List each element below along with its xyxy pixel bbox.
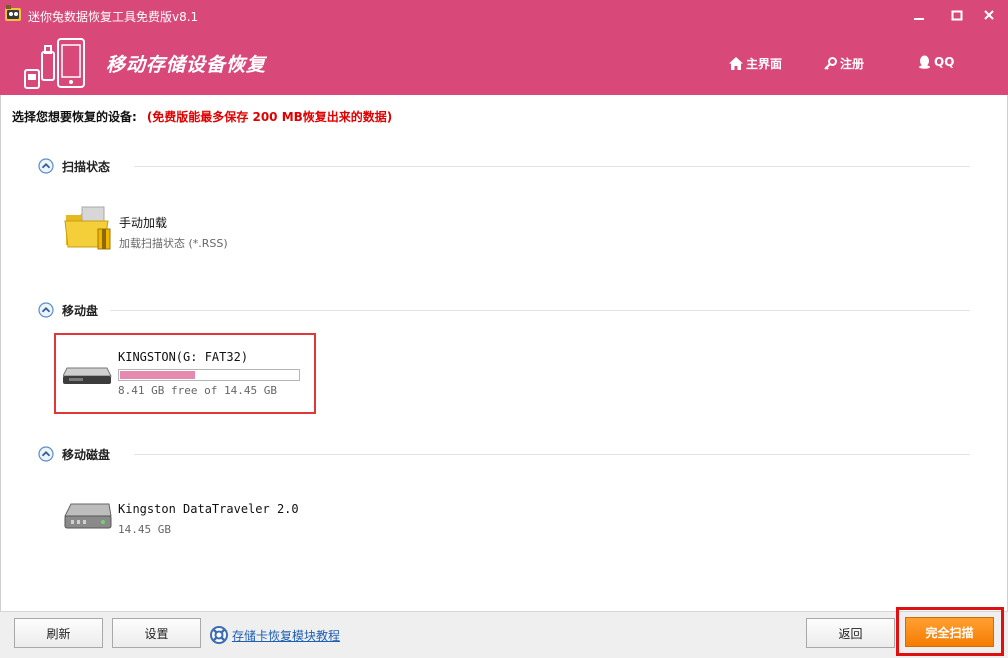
manual-load-subtitle: 加载扫描状态 (*.RSS) (119, 237, 228, 250)
hard-disk-icon[interactable] (63, 502, 113, 530)
section-divider (134, 166, 970, 167)
key-icon (824, 57, 837, 70)
nav-register[interactable]: 注册 (824, 55, 864, 72)
kingston-drive-free: 8.41 GB free of 14.45 GB (118, 384, 277, 397)
drive-usage-bar (118, 369, 300, 381)
close-button[interactable] (978, 6, 1000, 26)
folder-load-icon[interactable] (64, 205, 112, 251)
module-title: 移动存储设备恢复 (106, 54, 267, 76)
section-divider (134, 454, 970, 455)
collapse-toggle-icon[interactable] (38, 446, 54, 462)
usb-drive-icon (63, 367, 112, 384)
full-scan-button[interactable]: 完全扫描 (905, 617, 994, 647)
nav-register-label: 注册 (840, 57, 865, 71)
tutorial-link-label: 存储卡恢复模块教程 (232, 628, 341, 643)
title-bar[interactable]: 迷你兔数据恢复工具免费版v8.1 (0, 0, 1008, 32)
tutorial-link[interactable]: 存储卡恢复模块教程 (210, 626, 340, 644)
minimize-button[interactable] (908, 6, 930, 26)
maximize-icon (951, 10, 963, 21)
section-removable-disk: 移动磁盘 (38, 445, 970, 463)
manual-load-title[interactable]: 手动加载 (119, 214, 167, 231)
section-removable: 移动盘 (38, 301, 970, 319)
nav-home-label: 主界面 (746, 57, 783, 71)
drive-usage-fill (120, 371, 196, 379)
settings-button[interactable]: 设置 (112, 618, 201, 648)
section-scan-state-title: 扫描状态 (62, 160, 111, 174)
module-header: 移动存储设备恢复 主界面 注册 QQ (0, 32, 1008, 95)
window-left-border (0, 95, 1, 611)
instruction-line: 选择您想要恢复的设备: (免费版能最多保存 200 MB恢复出来的数据) (12, 108, 392, 125)
instruction-label: 选择您想要恢复的设备: (12, 110, 137, 124)
removable-devices-icon (24, 38, 85, 89)
app-logo-icon (5, 5, 21, 21)
kingston-drive-name: KINGSTON(G: FAT32) (118, 350, 249, 364)
back-button[interactable]: 返回 (806, 618, 895, 648)
nav-qq-label: QQ (934, 55, 955, 69)
nav-qq[interactable]: QQ (918, 55, 954, 69)
window-title: 迷你兔数据恢复工具免费版v8.1 (28, 10, 199, 24)
section-divider (110, 310, 970, 311)
free-version-notice: (免费版能最多保存 200 MB恢复出来的数据) (146, 110, 393, 124)
kingston-disk-size: 14.45 GB (118, 523, 171, 536)
qq-penguin-icon (919, 55, 930, 69)
home-icon (729, 57, 743, 70)
section-scan-state: 扫描状态 (38, 157, 970, 175)
section-removable-title: 移动盘 (62, 304, 99, 318)
section-removable-disk-title: 移动磁盘 (62, 448, 111, 462)
kingston-disk-name: Kingston DataTraveler 2.0 (118, 502, 299, 516)
close-icon (984, 10, 994, 20)
lifebuoy-icon (210, 626, 228, 644)
collapse-toggle-icon[interactable] (38, 158, 54, 174)
maximize-button[interactable] (946, 6, 968, 26)
collapse-toggle-icon[interactable] (38, 302, 54, 318)
footer-bar: 刷新 设置 存储卡恢复模块教程 返回 (0, 611, 1008, 658)
nav-home[interactable]: 主界面 (729, 55, 782, 72)
refresh-button[interactable]: 刷新 (14, 618, 103, 648)
minimize-icon (914, 18, 924, 20)
